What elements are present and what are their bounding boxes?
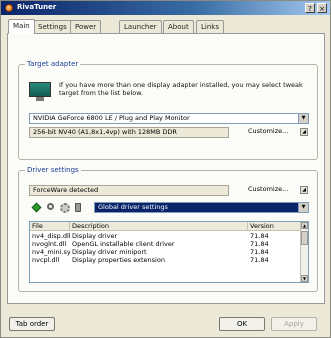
column-version[interactable]: Version xyxy=(248,222,302,231)
tab-launcher[interactable]: Launcher xyxy=(119,20,162,34)
driver-profile-value: Global driver settings xyxy=(98,203,168,211)
list-item[interactable]: nvoglnt.dll OpenGL installable client dr… xyxy=(30,240,308,248)
tab-order-button[interactable]: Tab order xyxy=(9,317,55,331)
file-version: 71.84 xyxy=(250,248,269,256)
tab-about[interactable]: About xyxy=(163,20,194,34)
column-description[interactable]: Description xyxy=(70,222,248,231)
driver-settings-title: Driver settings xyxy=(25,166,81,174)
file-description: Display properties extension xyxy=(72,256,165,264)
ok-button[interactable]: OK xyxy=(219,317,265,331)
tab-power-user[interactable]: Power user xyxy=(70,20,102,44)
chevron-icon[interactable]: ◢ xyxy=(300,186,308,194)
scroll-down-icon[interactable]: ▼ xyxy=(301,275,308,282)
tab-links[interactable]: Links xyxy=(196,20,224,34)
delete-icon[interactable] xyxy=(75,203,81,212)
file-description: Display driver miniport xyxy=(72,248,147,256)
adapter-customize-label: Customize... xyxy=(248,127,289,135)
tab-settings[interactable]: Settings xyxy=(33,20,72,34)
window-title: RivaTuner xyxy=(17,3,57,11)
apply-button[interactable]: Apply xyxy=(271,317,317,331)
title-bar[interactable]: RivaTuner ? × xyxy=(1,1,330,15)
scroll-up-icon[interactable]: ▲ xyxy=(301,222,308,229)
driver-file-list[interactable]: File Description Version nv4_disp.dll Di… xyxy=(29,221,309,283)
adapter-details-field: 256-bit NV40 (A1,8x1,4vp) with 128MB DDR xyxy=(29,127,229,138)
adapter-info-text: If you have more than one display adapte… xyxy=(59,81,303,97)
rivatuner-app-icon xyxy=(5,4,13,12)
scroll-thumb[interactable] xyxy=(301,231,308,245)
settings-icon[interactable] xyxy=(60,203,70,213)
list-header: File Description Version xyxy=(30,222,308,231)
main-tab-panel: Target adapter If you have more than one… xyxy=(7,33,325,304)
chevron-icon[interactable]: ◢ xyxy=(300,128,308,136)
list-item[interactable]: nvcpl.dll Display properties extension 7… xyxy=(30,256,308,264)
adapter-select[interactable]: NVIDIA GeForce 6800 LE / Plug and Play M… xyxy=(29,113,309,124)
adapter-customize-button[interactable]: Customize... ◢ xyxy=(245,127,309,138)
search-icon[interactable] xyxy=(47,203,54,210)
driver-settings-group: Driver settings ForceWare detected Custo… xyxy=(18,166,318,292)
driver-customize-button[interactable]: Customize... ◢ xyxy=(245,185,309,196)
monitor-icon xyxy=(29,82,51,102)
add-icon[interactable] xyxy=(31,202,42,213)
driver-profile-select[interactable]: Global driver settings ▼ xyxy=(94,202,309,213)
file-description: OpenGL installable client driver xyxy=(72,240,175,248)
driver-detected-field: ForceWare detected xyxy=(29,185,229,196)
driver-customize-label: Customize... xyxy=(248,185,289,193)
file-name: nv4_mini.sys xyxy=(32,248,70,256)
adapter-select-value: NVIDIA GeForce 6800 LE / Plug and Play M… xyxy=(33,114,190,122)
list-item[interactable]: nv4_disp.dll Display driver 71.84 xyxy=(30,232,308,240)
target-adapter-group: Target adapter If you have more than one… xyxy=(18,60,318,160)
file-name: nvcpl.dll xyxy=(32,256,60,264)
file-name: nvoglnt.dll xyxy=(32,240,67,248)
file-version: 71.84 xyxy=(250,256,269,264)
chevron-down-icon[interactable]: ▼ xyxy=(298,114,308,123)
file-version: 71.84 xyxy=(250,232,269,240)
target-adapter-title: Target adapter xyxy=(25,60,81,68)
column-file[interactable]: File xyxy=(30,222,70,231)
list-scrollbar[interactable]: ▲ ▼ xyxy=(300,222,308,282)
close-button[interactable]: × xyxy=(317,3,327,13)
rivatuner-window: RivaTuner ? × Main Settings Power user L… xyxy=(0,0,331,338)
chevron-down-icon[interactable]: ▼ xyxy=(298,203,308,212)
file-name: nv4_disp.dll xyxy=(32,232,70,240)
file-version: 71.84 xyxy=(250,240,269,248)
list-item[interactable]: nv4_mini.sys Display driver miniport 71.… xyxy=(30,248,308,256)
help-button[interactable]: ? xyxy=(305,3,315,13)
tab-main[interactable]: Main xyxy=(8,19,35,34)
file-description: Display driver xyxy=(72,232,118,240)
